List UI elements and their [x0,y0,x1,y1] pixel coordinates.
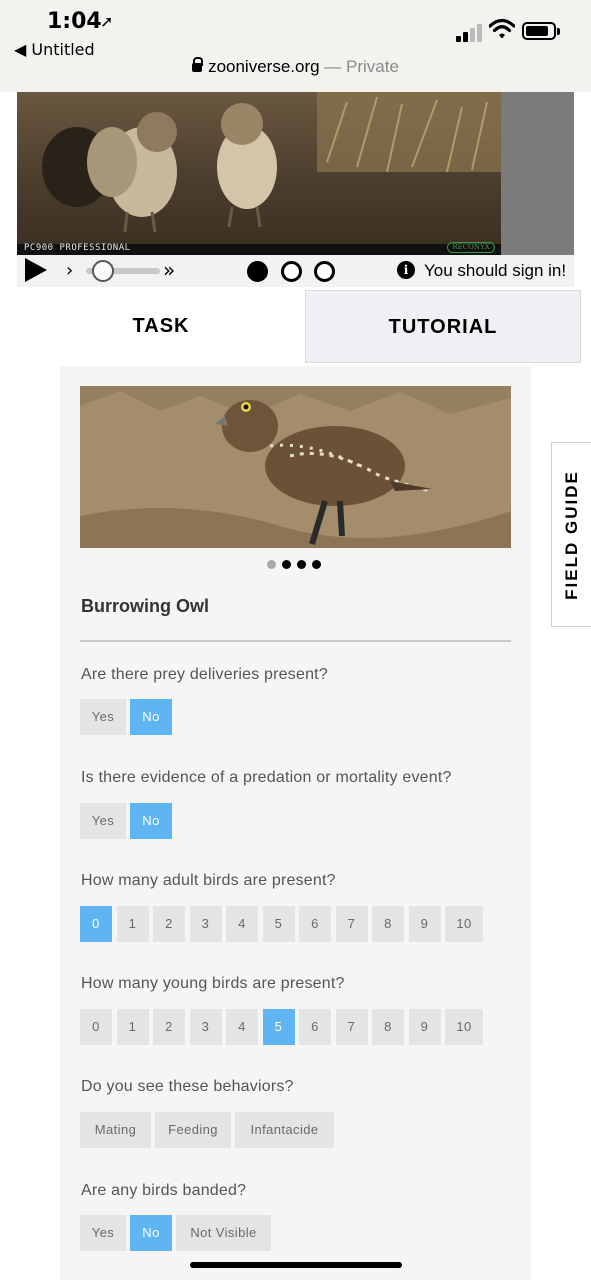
q3-option-9-button[interactable]: 9 [408,906,441,942]
q1-option-no-button[interactable]: No [130,699,172,735]
question-1-text: Are there prey deliveries present? [81,666,328,683]
camera-trap-video[interactable] [17,92,501,255]
url-domain: zooniverse.org [208,57,320,76]
q3-option-10-button[interactable]: 10 [445,906,483,942]
cellular-signal-icon [456,22,482,42]
q3-option-3-button[interactable]: 3 [189,906,222,942]
frame-3-dot[interactable] [314,261,335,282]
slider-handle[interactable] [92,260,114,282]
q5-option-mating-button[interactable]: Mating [80,1112,151,1148]
lock-icon [192,57,204,72]
q1-option-yes-button[interactable]: Yes [80,699,126,735]
q4-option-8-button[interactable]: 8 [372,1009,404,1045]
species-image-dot-2[interactable] [282,560,291,569]
q4-option-9-button[interactable]: 9 [408,1009,441,1045]
burrowing-owl-image [80,386,511,548]
q4-option-7-button[interactable]: 7 [335,1009,368,1045]
q6-option-no-button[interactable]: No [130,1215,172,1251]
q4-option-1-button[interactable]: 1 [116,1009,149,1045]
q3-option-5-button[interactable]: 5 [262,906,295,942]
video-side-panel [501,92,574,255]
q3-option-8-button[interactable]: 8 [372,906,404,942]
species-image-dot-3[interactable] [297,560,306,569]
q2-option-yes-button[interactable]: Yes [80,803,126,839]
question-6-text: Are any birds banded? [81,1182,247,1199]
frame-2-dot[interactable] [281,261,302,282]
frame-1-dot[interactable] [247,261,268,282]
q6-option-yes-button[interactable]: Yes [80,1215,126,1251]
question-4-text: How many young birds are present? [81,975,345,992]
wifi-icon [489,18,515,39]
q4-option-2-button[interactable]: 2 [153,1009,185,1045]
sign-in-prompt[interactable]: You should sign in! [424,261,566,281]
tab-task[interactable]: TASK [17,288,305,364]
video-frame-image [17,92,501,255]
q3-option-7-button[interactable]: 7 [335,906,368,942]
tab-tutorial[interactable]: TUTORIAL [305,290,581,363]
status-time: 1:04 [47,9,102,34]
q4-option-4-button[interactable]: 4 [226,1009,258,1045]
q5-option-feeding-button[interactable]: Feeding [155,1112,231,1148]
q3-option-4-button[interactable]: 4 [226,906,258,942]
info-icon[interactable]: i [397,261,415,279]
q3-option-2-button[interactable]: 2 [153,906,185,942]
home-indicator [190,1262,402,1268]
q4-option-3-button[interactable]: 3 [189,1009,222,1045]
question-3-text: How many adult birds are present? [81,872,336,889]
species-photo[interactable] [80,386,511,548]
battery-icon [522,22,560,40]
divider [80,640,511,642]
q2-option-no-button[interactable]: No [130,803,172,839]
camera-model-label: PC900 PROFESSIONAL [24,243,131,253]
q4-option-5-button[interactable]: 5 [262,1009,295,1045]
species-name: Burrowing Owl [81,596,209,616]
question-2-text: Is there evidence of a predation or mort… [81,769,452,786]
question-5-text: Do you see these behaviors? [81,1078,294,1095]
q3-option-0-button[interactable]: 0 [80,906,112,942]
q3-option-1-button[interactable]: 1 [116,906,149,942]
field-guide-button[interactable]: FIELD GUIDE [551,442,591,627]
camera-brand-logo: RECONYX [447,242,495,253]
q4-option-6-button[interactable]: 6 [299,1009,331,1045]
q5-option-infantacide-button[interactable]: Infantacide [235,1112,334,1148]
url-private-label: — Private [319,57,399,76]
fast-forward-icon[interactable]: » [163,258,175,282]
q3-option-6-button[interactable]: 6 [299,906,331,942]
location-arrow-icon: ➚ [100,14,114,31]
step-forward-icon[interactable]: › [66,260,73,281]
q6-option-not-visible-button[interactable]: Not Visible [176,1215,271,1251]
address-bar[interactable]: zooniverse.org — Private [0,57,591,77]
field-guide-label: FIELD GUIDE [562,470,581,600]
species-image-dot-4[interactable] [312,560,321,569]
q4-option-10-button[interactable]: 10 [445,1009,483,1045]
play-icon[interactable] [25,258,47,282]
q4-option-0-button[interactable]: 0 [80,1009,112,1045]
species-image-dot-1[interactable] [267,560,276,569]
